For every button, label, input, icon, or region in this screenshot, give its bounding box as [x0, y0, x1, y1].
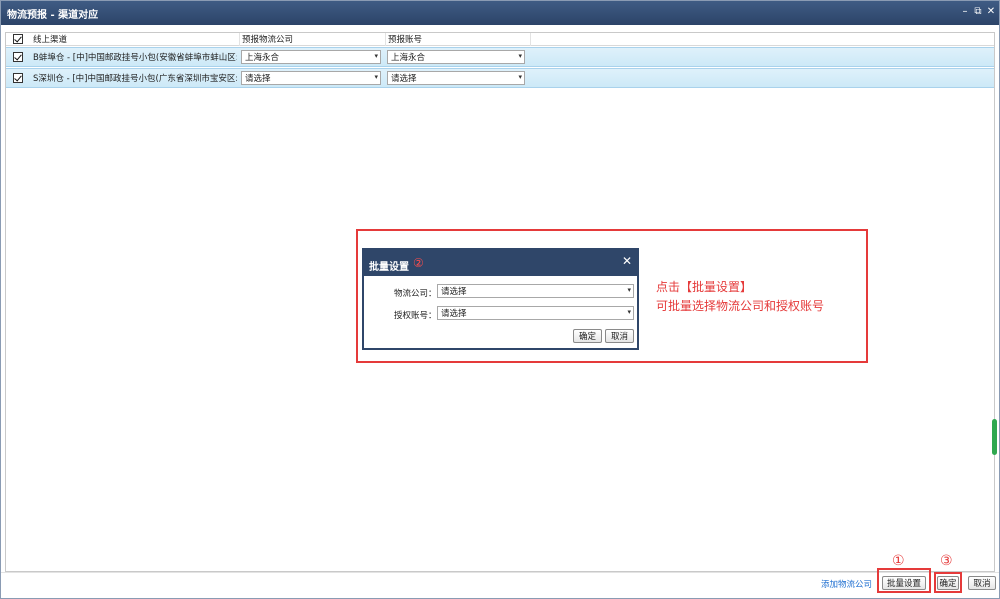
- header-channel: 线上渠道: [33, 35, 68, 45]
- add-company-link[interactable]: 添加物流公司: [821, 578, 872, 590]
- dropdown-arrow-icon: ▾: [374, 52, 378, 60]
- row-company-value: 请选择: [245, 74, 271, 84]
- restore-icon[interactable]: ⧉: [972, 5, 984, 19]
- dropdown-arrow-icon: ▾: [627, 286, 631, 294]
- header-account: 预报账号: [388, 35, 423, 45]
- dropdown-arrow-icon: ▾: [518, 52, 522, 60]
- step-1-marker: ①: [892, 553, 905, 569]
- select-all-checkbox[interactable]: [13, 34, 23, 44]
- row-checkbox-cell[interactable]: [13, 69, 23, 87]
- row-company-select[interactable]: 请选择 ▾: [241, 71, 381, 85]
- main-window: 物流预报 - 渠道对应 – ⧉ ✕ 线上渠道 预报物流公司 预报账号 B蚌埠仓 …: [0, 0, 1000, 599]
- batch-settings-button[interactable]: 批量设置: [882, 576, 926, 590]
- step-3-marker: ③: [940, 553, 953, 569]
- dialog-cancel-button[interactable]: 取消: [605, 329, 634, 343]
- dialog-company-value: 请选择: [441, 287, 467, 297]
- batch-settings-dialog: 批量设置 ② ✕ 物流公司： 请选择 ▾ 授权账号： 请选择 ▾ 确定 取消: [362, 248, 639, 350]
- row-checkbox-cell[interactable]: [13, 48, 23, 66]
- grid-header: 线上渠道 预报物流公司 预报账号: [6, 33, 994, 46]
- row-checkbox[interactable]: [13, 73, 23, 83]
- step-2-marker: ②: [413, 256, 424, 270]
- row-channel: B蚌埠仓 - [中]中国邮政挂号小包(安徽省蚌埠市蚌山区:: [33, 53, 237, 63]
- dialog-title-bar: 批量设置 ② ✕: [364, 250, 637, 276]
- row-company-select[interactable]: 上海永合 ▾: [241, 50, 381, 64]
- title-bar: 物流预报 - 渠道对应 – ⧉ ✕: [1, 1, 999, 25]
- dropdown-arrow-icon: ▾: [627, 308, 631, 316]
- header-company: 预报物流公司: [242, 35, 294, 45]
- account-label: 授权账号：: [394, 311, 437, 321]
- column-divider: [530, 33, 531, 46]
- row-channel: S深圳仓 - [中]中国邮政挂号小包(广东省深圳市宝安区:: [33, 74, 237, 84]
- dropdown-arrow-icon: ▾: [518, 73, 522, 81]
- column-divider: [385, 33, 386, 46]
- annotation-line-2: 可批量选择物流公司和授权账号: [656, 299, 825, 313]
- dialog-company-select[interactable]: 请选择 ▾: [437, 284, 634, 298]
- close-icon[interactable]: ✕: [985, 5, 997, 19]
- dialog-account-value: 请选择: [441, 309, 467, 319]
- confirm-button[interactable]: 确定: [937, 576, 959, 590]
- scrollbar-thumb[interactable]: [992, 419, 997, 455]
- dialog-account-select[interactable]: 请选择 ▾: [437, 306, 634, 320]
- table-row[interactable]: B蚌埠仓 - [中]中国邮政挂号小包(安徽省蚌埠市蚌山区: 上海永合 ▾ 上海永…: [6, 47, 994, 67]
- minimize-icon[interactable]: –: [959, 5, 971, 19]
- row-company-value: 上海永合: [245, 53, 280, 63]
- dialog-title: 批量设置: [369, 262, 409, 273]
- dialog-ok-button[interactable]: 确定: [573, 329, 602, 343]
- row-account-value: 上海永合: [391, 53, 426, 63]
- dialog-close-icon[interactable]: ✕: [622, 254, 632, 268]
- dropdown-arrow-icon: ▾: [374, 73, 378, 81]
- window-title: 物流预报 - 渠道对应: [7, 10, 99, 21]
- row-checkbox[interactable]: [13, 52, 23, 62]
- annotation-line-1: 点击【批量设置】: [656, 280, 753, 294]
- header-select-all[interactable]: [13, 33, 23, 45]
- company-label: 物流公司：: [394, 289, 437, 299]
- table-row[interactable]: S深圳仓 - [中]中国邮政挂号小包(广东省深圳市宝安区: 请选择 ▾ 请选择 …: [6, 68, 994, 88]
- row-account-select[interactable]: 上海永合 ▾: [387, 50, 525, 64]
- row-account-select[interactable]: 请选择 ▾: [387, 71, 525, 85]
- column-divider: [239, 33, 240, 46]
- row-account-value: 请选择: [391, 74, 417, 84]
- cancel-button[interactable]: 取消: [968, 576, 996, 590]
